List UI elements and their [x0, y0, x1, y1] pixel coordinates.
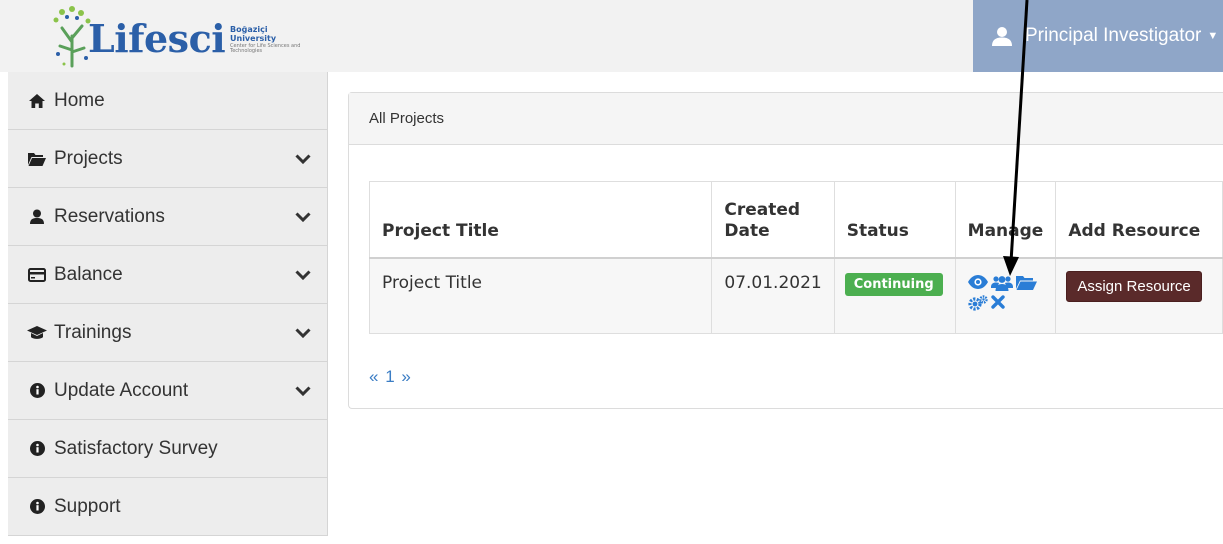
user-menu-dropdown[interactable]: Principal Investigator ▼ [973, 0, 1223, 72]
column-header-created-date: Created Date [711, 181, 835, 259]
chevron-down-icon [295, 153, 311, 164]
logo-center: Center for Life Sciences and Technologie… [230, 42, 301, 55]
info-circle-icon [26, 383, 48, 398]
user-icon [26, 209, 48, 224]
projects-table: Project Title Created Date Status Manage… [368, 181, 1223, 334]
cell-add-resource: Assign Resource [1055, 257, 1223, 334]
pagination-prev[interactable]: « [369, 367, 378, 386]
sidebar-item-projects[interactable]: Projects [8, 130, 328, 188]
folder-open-icon [26, 152, 48, 166]
logo-text: Lifesci [88, 16, 226, 61]
sidebar-item-label: Reservations [54, 205, 165, 227]
pagination: « 1 » [369, 367, 413, 387]
sidebar-item-satisfactory-survey[interactable]: Satisfactory Survey [8, 420, 328, 478]
sidebar-item-label: Trainings [54, 321, 132, 343]
sidebar-item-label: Update Account [54, 379, 189, 401]
cell-project-title: Project Title [368, 257, 713, 334]
credit-card-icon [26, 267, 48, 282]
folder-open-icon[interactable] [1015, 275, 1037, 290]
column-header-add-resource: Add Resource [1055, 181, 1223, 259]
user-role-label: Principal Investigator [1025, 25, 1202, 46]
sidebar-item-reservations[interactable]: Reservations [8, 188, 328, 246]
sidebar-item-label: Projects [54, 147, 123, 169]
sidebar-item-balance[interactable]: Balance [8, 246, 328, 304]
info-circle-icon [26, 499, 48, 514]
users-icon[interactable] [990, 275, 1013, 291]
panel-heading: All Projects [349, 93, 1223, 145]
chevron-down-icon [295, 211, 311, 222]
caret-down-icon: ▼ [1207, 30, 1219, 42]
graduation-cap-icon [26, 325, 48, 340]
sidebar-item-home[interactable]: Home [8, 72, 328, 130]
column-header-status: Status [833, 181, 956, 259]
cell-manage [954, 257, 1057, 334]
sidebar-item-label: Satisfactory Survey [54, 437, 218, 459]
column-header-manage: Manage [954, 181, 1057, 259]
user-icon [992, 27, 1012, 46]
pagination-next[interactable]: » [401, 367, 410, 386]
chevron-down-icon [295, 385, 311, 396]
chevron-down-icon [295, 327, 311, 338]
eye-icon[interactable] [967, 274, 988, 289]
table-row: Project Title 07.01.2021 Continuing Assi… [368, 257, 1223, 334]
lifesci-logo[interactable]: Lifesci Boğaziçi University Center for L… [40, 4, 310, 70]
times-icon[interactable] [990, 294, 1005, 309]
gears-icon[interactable] [968, 294, 988, 311]
logo-university: Boğaziçi University [230, 25, 277, 43]
assign-resource-button[interactable]: Assign Resource [1066, 270, 1202, 302]
all-projects-panel: All Projects Project Title Created Date … [348, 92, 1223, 409]
sidebar-item-trainings[interactable]: Trainings [8, 304, 328, 362]
manage-actions [967, 274, 1038, 311]
sidebar-item-label: Balance [54, 263, 123, 285]
sidebar-item-label: Support [54, 495, 121, 517]
table-header-row: Project Title Created Date Status Manage… [368, 181, 1223, 259]
status-badge: Continuing [844, 272, 943, 296]
sidebar-item-label: Home [54, 89, 105, 111]
pagination-page-1[interactable]: 1 [385, 367, 394, 386]
sidebar-nav: Home Projects Reservations Balance Train… [8, 72, 328, 544]
info-circle-icon [26, 441, 48, 456]
cell-status: Continuing [833, 257, 956, 334]
home-icon [26, 93, 48, 108]
top-header: Lifesci Boğaziçi University Center for L… [0, 0, 1223, 72]
chevron-down-icon [295, 269, 311, 280]
sidebar-item-update-account[interactable]: Update Account [8, 362, 328, 420]
column-header-project-title: Project Title [368, 181, 713, 259]
logo-subtitle: Boğaziçi University Center for Life Scie… [230, 25, 310, 55]
cell-created-date: 07.01.2021 [711, 257, 835, 334]
sidebar-item-support[interactable]: Support [8, 478, 328, 536]
